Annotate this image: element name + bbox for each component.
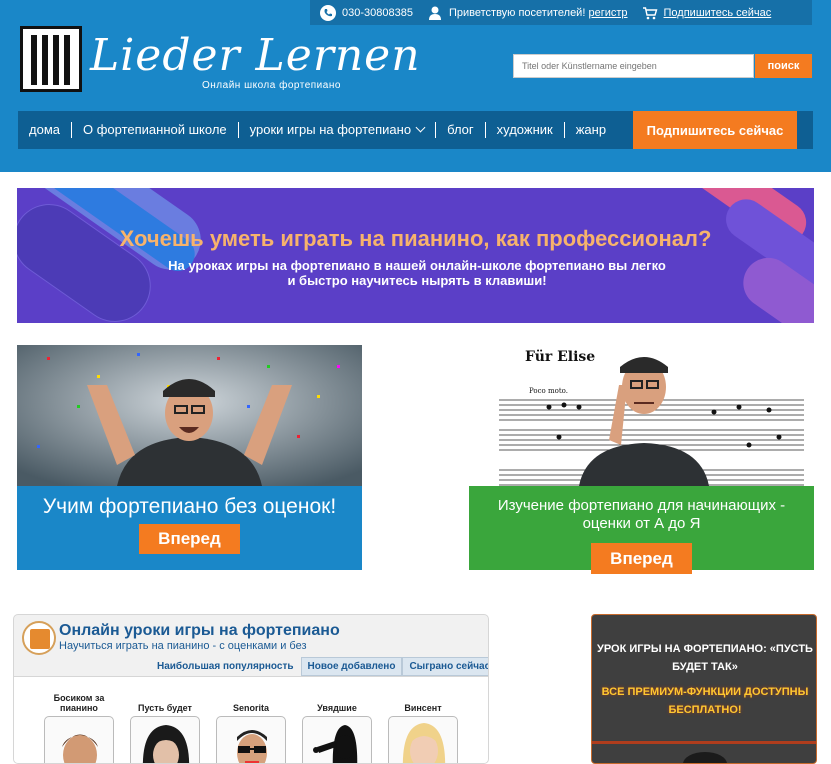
artist-name: Винсент	[404, 703, 442, 713]
artist-portrait	[44, 716, 114, 763]
banner-text: На уроках игры на фортепиано в нашей онл…	[168, 258, 666, 288]
nav-subscribe-button[interactable]: Подпишитесь сейчас	[633, 111, 797, 149]
nav-item-home[interactable]: дома	[18, 122, 72, 138]
fur-elise-lesson-image[interactable]: Für Elise Poco moto.	[469, 345, 814, 486]
piano-keys-icon	[22, 621, 56, 655]
nav-item-about[interactable]: О фортепианной школе	[72, 122, 239, 138]
sheet-music-illustration: Für Elise Poco moto.	[469, 345, 814, 486]
promo-card-button[interactable]: Вперед	[591, 543, 692, 574]
subscribe-item[interactable]: Подпишитесь сейчас	[642, 5, 772, 21]
nav-item-genre[interactable]: жанр	[565, 122, 617, 138]
logo-subtitle: Онлайн школа фортепиано	[202, 80, 341, 91]
premium-lesson-ad[interactable]: УРОК ИГРЫ НА ФОРТЕПИАНО: «ПУСТЬ БУДЕТ ТА…	[591, 614, 817, 764]
ad-portrait-illustration	[683, 752, 727, 763]
teacher-photo-illustration	[17, 345, 362, 486]
artist-card[interactable]: Senorita	[216, 689, 286, 763]
tab-newly-added[interactable]: Новое добавлено	[300, 657, 403, 676]
logo-title: Lieder Lernen	[90, 30, 421, 81]
search-input[interactable]	[513, 54, 754, 78]
banner-headline: Хочешь уметь играть на пианино, как проф…	[119, 226, 712, 251]
artist-name: Босиком за пианино	[53, 693, 105, 713]
promo-card-button[interactable]: Вперед	[139, 524, 240, 554]
user-icon	[428, 6, 441, 20]
top-bar: 030-30808385 Приветствую посетителей! ре…	[310, 0, 812, 25]
sheet-title: Für Elise	[525, 349, 595, 365]
subscribe-link[interactable]: Подпишитесь сейчас	[664, 7, 772, 19]
cart-icon	[642, 6, 657, 19]
hero-banner[interactable]: Хочешь уметь играть на пианино, как проф…	[17, 188, 814, 323]
ad-title: УРОК ИГРЫ НА ФОРТЕПИАНО: «ПУСТЬ БУДЕТ ТА…	[597, 643, 813, 673]
online-lessons-widget: Онлайн уроки игры на фортепиано Научитьс…	[13, 614, 489, 764]
artist-card[interactable]: Пусть будет	[130, 689, 200, 763]
artist-portrait	[216, 716, 286, 763]
artist-card[interactable]: Винсент	[388, 689, 458, 763]
chevron-down-icon	[415, 122, 426, 133]
artist-portrait	[302, 716, 372, 763]
artist-grid: Босиком за пианино Пусть будет Senorita …	[14, 676, 488, 763]
widget-title: Онлайн уроки игры на фортепиано	[59, 622, 340, 639]
phone-item[interactable]: 030-30808385	[320, 4, 413, 21]
artist-portrait	[130, 716, 200, 763]
promo-card-no-sheet-music: Учим фортепиано без оценок! Вперед	[17, 486, 362, 570]
site-header: 030-30808385 Приветствую посетителей! ре…	[0, 0, 831, 172]
widget-tabs: Наибольшая популярность Новое добавлено …	[150, 657, 488, 676]
promo-card-title: Изучение фортепиано для начинающих - оце…	[497, 497, 786, 532]
search-button[interactable]: поиск	[755, 54, 812, 78]
greeting-item: Приветствую посетителей! регистр	[427, 5, 628, 21]
sheet-tempo: Poco moto.	[529, 387, 568, 395]
tab-played-now[interactable]: Сыграно сейчас	[402, 657, 488, 676]
nav-item-lessons[interactable]: уроки игры на фортепиано	[239, 122, 437, 138]
site-logo[interactable]: Lieder Lernen Онлайн школа фортепиано	[20, 26, 420, 96]
greeting-text: Приветствую посетителей!	[448, 6, 586, 19]
register-link[interactable]: регистр	[588, 7, 627, 19]
artist-name: Пусть будет	[138, 703, 192, 713]
artist-card[interactable]: Увядшие	[302, 689, 372, 763]
promo-card-title: Учим фортепиано без оценок!	[42, 495, 337, 518]
artist-portrait	[388, 716, 458, 763]
ad-feature-text: ВСЕ ПРЕМИУМ-ФУНКЦИИ ДОСТУПНЫ БЕСПЛАТНО!	[601, 686, 809, 716]
widget-subtitle: Научиться играть на пианино - с оценками…	[59, 640, 307, 652]
phone-icon	[320, 4, 336, 21]
main-nav: дома О фортепианной школе уроки игры на …	[18, 111, 813, 149]
piano-logo-icon	[20, 26, 82, 92]
artist-card[interactable]: Босиком за пианино	[44, 689, 114, 763]
nav-item-lessons-label: уроки игры на фортепиано	[249, 122, 412, 137]
teacher-celebration-image[interactable]	[17, 345, 362, 486]
phone-number[interactable]: 030-30808385	[342, 7, 413, 19]
artist-name: Senorita	[232, 703, 269, 713]
tab-most-popular[interactable]: Наибольшая популярность	[150, 657, 301, 676]
nav-item-artists[interactable]: художник	[486, 122, 565, 138]
artist-name: Увядшие	[317, 703, 357, 713]
nav-item-blog[interactable]: блог	[436, 122, 486, 138]
promo-card-beginners: Изучение фортепиано для начинающих - оце…	[469, 486, 814, 574]
